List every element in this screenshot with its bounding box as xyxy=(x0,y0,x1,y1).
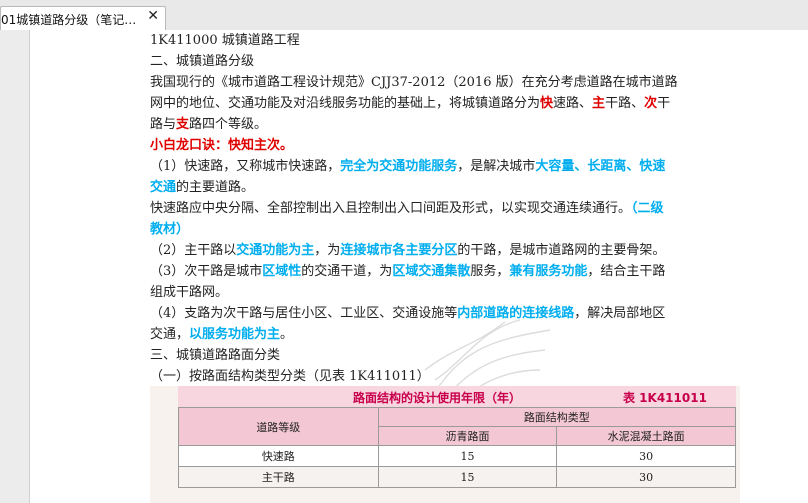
body-text: 组成干路网。 xyxy=(150,285,229,300)
emphasis-text: 交通功能为主 xyxy=(236,243,315,258)
body-text: 三、城镇道路路面分类 xyxy=(150,348,281,363)
table-title-bar: 路面结构的设计使用年限（年） 表 1K411011 xyxy=(178,386,736,407)
text-line: 小白龙口诀：快知主次。 xyxy=(150,135,710,156)
body-text: （4）支路为次干路与居住小区、工业区、交通设施等 xyxy=(150,306,458,321)
body-text: 二、城镇道路分级 xyxy=(150,54,255,69)
emphasis-text: 兼有服务功能 xyxy=(509,264,588,279)
table-number: 表 1K411011 xyxy=(623,391,707,405)
text-line: 快速路应中央分隔、全部控制出入且控制出入口间距及形式，以实现交通连续通行。（二级 xyxy=(150,198,710,219)
body-text: 路与 xyxy=(150,117,177,132)
emphasis-text: 小白龙口诀：快知主次。 xyxy=(150,138,294,153)
text-line: 我国现行的《城市道路工程设计规范》CJJ37-2012（2016 版）在充分考虑… xyxy=(150,72,710,93)
body-text: 快速路应中央分隔、全部控制出入且控制出入口间距及形式，以实现交通连续通行。 xyxy=(150,201,632,216)
table-title: 路面结构的设计使用年限（年） xyxy=(353,391,522,405)
body-text: 1K411000 城镇道路工程 xyxy=(150,33,300,48)
body-text: ，结合主干路 xyxy=(587,264,666,279)
body-text: （3）次干路是城市 xyxy=(150,264,263,279)
body-text: 干路、 xyxy=(605,96,645,111)
tab-title[interactable]: 01城镇道路分级（笔记… xyxy=(1,11,141,28)
road-life-table: 道路等级 路面结构类型 沥青路面 水泥混凝土路面 快速路 15 30 主干路 1… xyxy=(178,407,737,488)
emphasis-text: 完全为交通功能服务 xyxy=(340,159,458,174)
text-line: （3）次干路是城市区域性的交通干道，为区域交通集散服务，兼有服务功能，结合主干路 xyxy=(150,261,710,282)
body-text: （1）快速路，又称城市快速路， xyxy=(150,159,341,174)
body-text: 。 xyxy=(280,327,294,342)
emphasis-text: 连接城市各主要分区 xyxy=(340,243,458,258)
body-text: 我国现行的《城市道路工程设计规范》CJJ37-2012（2016 版）在充分考虑… xyxy=(150,75,678,90)
emphasis-text: 主 xyxy=(592,96,606,111)
header-asphalt: 沥青路面 xyxy=(377,426,558,446)
emphasis-text: 快 xyxy=(540,96,554,111)
text-line: 路与支路四个等级。 xyxy=(150,114,710,135)
document-page: 1K411000 城镇道路工程 二、城镇道路分级我国现行的《城市道路工程设计规范》… xyxy=(30,30,808,503)
tab-bar: 01城镇道路分级（笔记… ✕ xyxy=(0,0,808,30)
emphasis-text: 区域交通集散 xyxy=(392,264,471,279)
text-line: 网中的地位、交通功能及对沿线服务功能的基础上，将城镇道路分为快速路、主干路、次干 xyxy=(150,93,710,114)
emphasis-text: 交通 xyxy=(150,180,177,195)
emphasis-text: 区域性 xyxy=(262,264,302,279)
text-line: 交通的主要道路。 xyxy=(150,177,710,198)
emphasis-text: （二级 xyxy=(631,201,664,216)
body-text: 的主要道路。 xyxy=(176,180,255,195)
body-text: ，解决局部地区 xyxy=(574,306,666,321)
body-text: ，为 xyxy=(314,243,341,258)
row-asphalt: 15 xyxy=(377,445,558,467)
emphasis-text: 次 xyxy=(644,96,658,111)
document-tab[interactable]: 01城镇道路分级（笔记… ✕ xyxy=(0,6,166,30)
body-text: ，是解决城市 xyxy=(457,159,536,174)
row-grade: 主干路 xyxy=(178,466,379,488)
body-text: 干 xyxy=(657,96,671,111)
close-icon[interactable]: ✕ xyxy=(147,8,159,24)
header-concrete: 水泥混凝土路面 xyxy=(556,426,736,446)
row-concrete: 30 xyxy=(556,445,736,467)
emphasis-text: 支 xyxy=(176,117,190,132)
body-text: 的交通干道，为 xyxy=(301,264,393,279)
row-concrete: 30 xyxy=(556,466,736,488)
body-text: 路四个等级。 xyxy=(189,117,268,132)
text-line: 组成干路网。 xyxy=(150,282,710,303)
text-line: （1）快速路，又称城市快速路，完全为交通功能服务，是解决城市大容量、长距离、快速 xyxy=(150,156,710,177)
body-text: （一）按路面结构类型分类（见表 1K411011） xyxy=(150,369,430,384)
header-structure-type: 路面结构类型 xyxy=(377,407,737,427)
left-side-panel xyxy=(0,30,30,503)
table-row: 主干路 15 30 xyxy=(178,466,736,488)
body-text: （2）主干路以 xyxy=(150,243,237,258)
table-row: 快速路 15 30 xyxy=(178,445,736,467)
text-line: 二、城镇道路分级 xyxy=(150,51,710,72)
text-line: 1K411000 城镇道路工程 xyxy=(150,30,710,51)
emphasis-text: 大容量、长距离、快速 xyxy=(535,159,666,174)
row-grade: 快速路 xyxy=(178,445,379,467)
road-life-table-image: 路面结构的设计使用年限（年） 表 1K411011 道路等级 路面结构类型 沥青… xyxy=(150,386,740,503)
body-text: 速路、 xyxy=(553,96,593,111)
emphasis-text: 以服务功能为主 xyxy=(189,327,281,342)
body-text: 交通， xyxy=(150,327,190,342)
body-text: 网中的地位、交通功能及对沿线服务功能的基础上，将城镇道路分为 xyxy=(150,96,541,111)
body-text: 服务， xyxy=(470,264,510,279)
header-road-class: 道路等级 xyxy=(178,407,379,446)
body-text: 的干路，是城市道路网的主要骨架。 xyxy=(457,243,666,258)
text-line: （2）主干路以交通功能为主，为连接城市各主要分区的干路，是城市道路网的主要骨架。 xyxy=(150,240,710,261)
row-asphalt: 15 xyxy=(377,466,558,488)
text-line: 教材） xyxy=(150,219,710,240)
emphasis-text: 教材） xyxy=(150,222,190,237)
